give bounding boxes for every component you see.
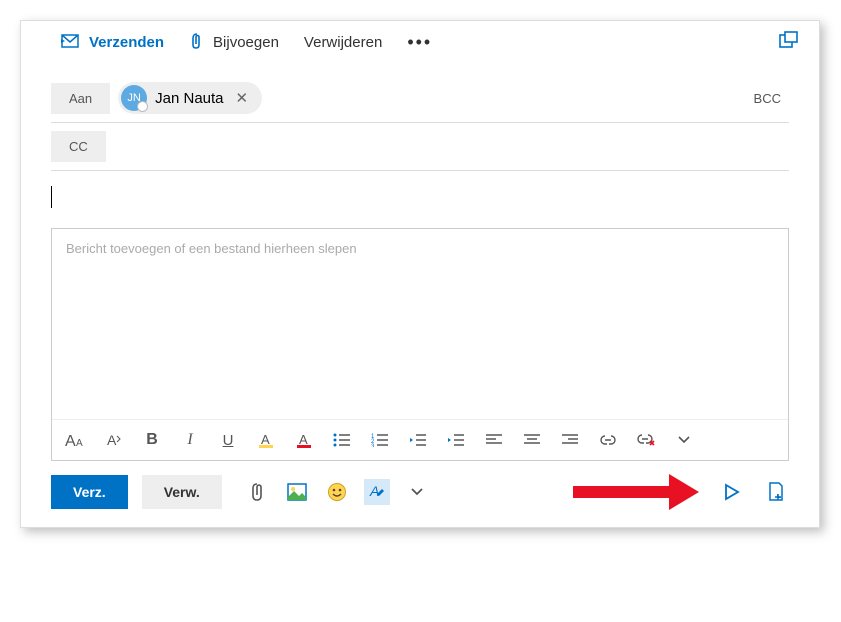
send-label: Verzenden [89,34,164,51]
more-chevron-icon[interactable] [404,479,430,505]
recipient-name: Jan Nauta [155,90,223,107]
remove-recipient-icon[interactable]: ✕ [232,89,253,107]
font-style-button[interactable]: A [102,428,126,452]
highlight-button[interactable]: A [254,428,278,452]
template-icon[interactable] [763,479,789,505]
compose-window: Verzenden Bijvoegen Verwijderen ••• Aan … [20,20,820,528]
bullet-list-button[interactable] [330,428,354,452]
bottom-bar: Verz. Verw. A [21,461,819,527]
bcc-button[interactable]: BCC [754,91,789,106]
annotation-arrow [573,480,703,504]
play-addin-icon[interactable] [719,479,745,505]
more-button[interactable]: ••• [407,32,432,53]
indent-button[interactable] [444,428,468,452]
send-short-button[interactable]: Verz. [51,475,128,509]
recipients-area: Aan JN Jan Nauta ✕ BCC CC [21,64,819,171]
recipient-chip[interactable]: JN Jan Nauta ✕ [118,82,262,114]
popout-button[interactable] [779,31,799,54]
delete-short-button[interactable]: Verw. [142,475,222,509]
attach-icon[interactable] [244,479,270,505]
svg-text:A: A [299,432,308,447]
underline-button[interactable]: U [216,428,240,452]
editor-container: Bericht toevoegen of een bestand hierhee… [51,228,789,461]
right-action-icons [719,479,789,505]
ellipsis-icon: ••• [407,32,432,53]
font-format-icon[interactable]: A [364,479,390,505]
outdent-button[interactable] [406,428,430,452]
body-placeholder: Bericht toevoegen of een bestand hierhee… [66,241,357,256]
unlink-button[interactable] [634,428,658,452]
svg-text:A: A [107,432,117,448]
cc-row: CC [51,123,789,171]
attach-button[interactable]: Bijvoegen [189,32,279,54]
font-size-button[interactable]: AA [64,428,88,452]
svg-text:A: A [369,483,379,499]
message-body[interactable]: Bericht toevoegen of een bestand hierhee… [52,229,788,419]
image-icon[interactable] [284,479,310,505]
to-row: Aan JN Jan Nauta ✕ BCC [51,74,789,123]
attach-label: Bijvoegen [213,34,279,51]
cc-button[interactable]: CC [51,131,106,162]
emoji-icon[interactable] [324,479,350,505]
italic-button[interactable]: I [178,428,202,452]
delete-label: Verwijderen [304,34,382,51]
bottom-icons: A [244,479,430,505]
align-right-button[interactable] [558,428,582,452]
format-toolbar: AA A B I U A A 123 [52,419,788,460]
svg-text:A: A [65,433,76,449]
font-color-button[interactable]: A [292,428,316,452]
link-button[interactable] [596,428,620,452]
svg-text:A: A [76,438,83,449]
top-toolbar: Verzenden Bijvoegen Verwijderen ••• [21,21,819,64]
bold-button[interactable]: B [140,428,164,452]
format-chevron-icon[interactable] [672,428,696,452]
send-icon [61,33,81,53]
send-button[interactable]: Verzenden [61,33,164,53]
svg-text:A: A [261,432,270,447]
text-cursor [51,186,52,208]
align-left-button[interactable] [482,428,506,452]
numbered-list-button[interactable]: 123 [368,428,392,452]
avatar: JN [121,85,147,111]
subject-area[interactable] [21,171,819,228]
align-center-button[interactable] [520,428,544,452]
paperclip-icon [189,32,205,54]
svg-text:3: 3 [371,444,375,447]
to-button[interactable]: Aan [51,83,110,114]
delete-button[interactable]: Verwijderen [304,34,382,51]
